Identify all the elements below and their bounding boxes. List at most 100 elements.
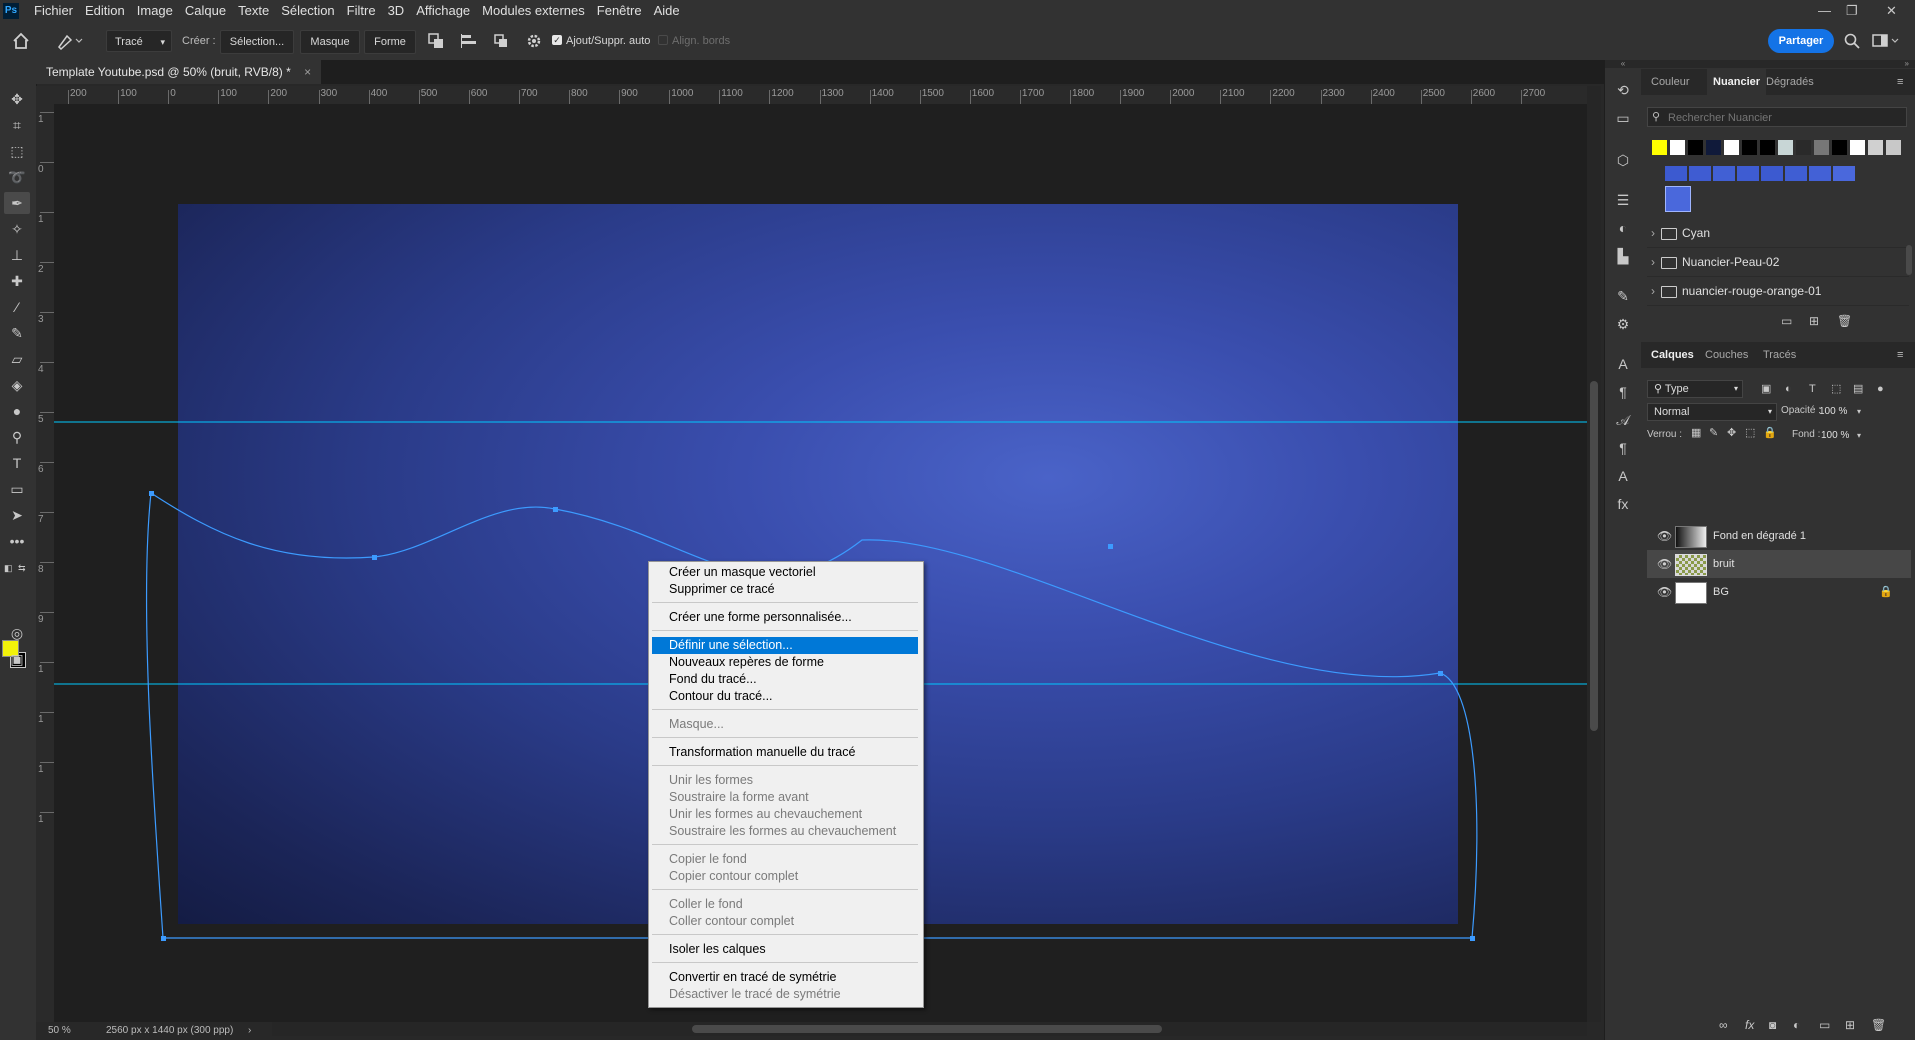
color-swatch[interactable] bbox=[1760, 140, 1775, 155]
character-icon[interactable]: A bbox=[1613, 354, 1633, 374]
color-swatch[interactable] bbox=[1706, 140, 1721, 155]
menu-fenetre[interactable]: Fenêtre bbox=[591, 0, 648, 22]
comments-icon[interactable]: ▭ bbox=[1613, 108, 1633, 128]
gear-icon[interactable] bbox=[526, 33, 542, 49]
new-swatch-icon[interactable]: ⊞ bbox=[1809, 314, 1819, 328]
menu-aide[interactable]: Aide bbox=[648, 0, 686, 22]
filter-toggle-icon[interactable]: ● bbox=[1877, 380, 1884, 398]
paragraph-icon[interactable]: ¶ bbox=[1613, 382, 1633, 402]
chevron-down-icon[interactable]: ▾ bbox=[1857, 403, 1861, 421]
blur-tool-icon[interactable]: ● bbox=[4, 400, 30, 422]
menu-3d[interactable]: 3D bbox=[382, 0, 411, 22]
color-swatch[interactable] bbox=[1814, 140, 1829, 155]
menu-item-make-selection[interactable]: Définir une sélection... bbox=[652, 637, 918, 654]
menu-item-convert-symmetry[interactable]: Convertir en tracé de symétrie bbox=[652, 969, 918, 986]
pixel-filter-icon[interactable]: ▣ bbox=[1761, 380, 1771, 398]
workspace-icon[interactable] bbox=[1872, 33, 1900, 49]
fx-icon[interactable]: fx bbox=[1745, 1018, 1754, 1032]
rectangle-tool-icon[interactable]: ▭ bbox=[4, 478, 30, 500]
vertical-scrollbar[interactable] bbox=[1587, 86, 1601, 1022]
history-icon[interactable]: ⟲ bbox=[1613, 80, 1633, 100]
chevron-down-icon[interactable]: ▾ bbox=[1857, 427, 1861, 445]
opacity-value[interactable]: 100 % bbox=[1819, 403, 1855, 421]
swatch-folder[interactable]: › Nuancier-Peau-02 bbox=[1647, 248, 1909, 277]
restore-button[interactable]: ❐ bbox=[1846, 0, 1858, 22]
menu-item-delete-path[interactable]: Supprimer ce tracé bbox=[652, 581, 918, 598]
color-swatch[interactable] bbox=[1850, 140, 1865, 155]
swap-colors-icon[interactable]: ⇆ bbox=[18, 563, 26, 574]
color-swatch[interactable] bbox=[1652, 140, 1667, 155]
text-tool-icon[interactable]: T bbox=[4, 452, 30, 474]
lasso-tool-icon[interactable]: ➰ bbox=[4, 166, 30, 188]
layer-row[interactable]: 👁 Fond en dégradé 1 bbox=[1647, 522, 1911, 550]
swatch-folder[interactable]: › nuancier-rouge-orange-01 bbox=[1647, 277, 1909, 306]
color-swatch[interactable] bbox=[1737, 166, 1759, 181]
color-swatch[interactable] bbox=[1665, 166, 1687, 181]
eyedropper-icon[interactable]: ⁄ bbox=[4, 296, 30, 318]
tab-couches[interactable]: Couches bbox=[1705, 342, 1748, 368]
path-selection-icon[interactable]: ➤ bbox=[4, 504, 30, 526]
panel-menu-icon[interactable]: ≡ bbox=[1897, 342, 1903, 368]
color-swatch[interactable] bbox=[1742, 140, 1757, 155]
menu-filtre[interactable]: Filtre bbox=[341, 0, 382, 22]
screen-mode-icon[interactable]: ▣ bbox=[4, 648, 30, 670]
crop-tool-icon[interactable]: ⌗ bbox=[4, 114, 30, 136]
fill-value[interactable]: 100 % bbox=[1821, 427, 1857, 445]
delete-layer-icon[interactable]: 🗑 bbox=[1871, 1018, 1886, 1032]
text-filter-icon[interactable]: T bbox=[1809, 380, 1816, 398]
color-swatch[interactable] bbox=[1778, 140, 1793, 155]
default-colors-icon[interactable]: ◧ bbox=[4, 563, 13, 574]
layer-filter-select[interactable]: ⚲ Type ▾ bbox=[1647, 380, 1743, 398]
search-icon[interactable] bbox=[1844, 33, 1860, 49]
menu-affichage[interactable]: Affichage bbox=[410, 0, 476, 22]
swatch-search-box[interactable]: ⚲ bbox=[1647, 107, 1907, 127]
tool-mode-select[interactable]: Tracé ▾ bbox=[106, 30, 172, 52]
new-layer-icon[interactable]: ⊞ bbox=[1845, 1018, 1855, 1032]
lock-position-icon[interactable]: ✥ bbox=[1727, 426, 1736, 439]
collapse-panels-icon[interactable]: » bbox=[1641, 60, 1915, 68]
marquee-tool-icon[interactable]: ⬚ bbox=[4, 140, 30, 162]
blend-mode-select[interactable]: Normal ▾ bbox=[1647, 403, 1777, 421]
vertical-scroll-thumb[interactable] bbox=[1590, 381, 1598, 731]
visibility-eye-icon[interactable]: 👁 bbox=[1657, 550, 1672, 578]
swatch-search-input[interactable] bbox=[1666, 109, 1906, 127]
close-tab-icon[interactable]: × bbox=[304, 65, 311, 79]
visibility-eye-icon[interactable]: 👁 bbox=[1657, 522, 1672, 550]
menu-edition[interactable]: Edition bbox=[79, 0, 131, 22]
more-tools-icon[interactable]: ••• bbox=[4, 530, 30, 552]
home-icon[interactable] bbox=[12, 32, 30, 50]
adjustments-icon[interactable]: ☰ bbox=[1613, 190, 1633, 210]
menu-item-isolate-layers[interactable]: Isoler les calques bbox=[652, 941, 918, 958]
glyphs-icon[interactable]: 𝒜 bbox=[1613, 410, 1633, 430]
tab-traces[interactable]: Tracés bbox=[1763, 342, 1796, 368]
layer-row[interactable]: 👁 BG 🔒 bbox=[1647, 578, 1911, 606]
selected-swatch[interactable] bbox=[1665, 186, 1691, 212]
lock-transparent-icon[interactable]: ▦ bbox=[1691, 426, 1701, 439]
menu-item-stroke-path[interactable]: Contour du tracé... bbox=[652, 688, 918, 705]
quick-mask-icon[interactable]: ◎ bbox=[4, 622, 30, 644]
color-swatch[interactable] bbox=[1796, 140, 1811, 155]
menu-item-custom-shape[interactable]: Créer une forme personnalisée... bbox=[652, 609, 918, 626]
menu-calque[interactable]: Calque bbox=[179, 0, 232, 22]
menu-image[interactable]: Image bbox=[131, 0, 179, 22]
mask-button[interactable]: Masque bbox=[300, 30, 360, 54]
layer-row-selected[interactable]: 👁 bruit bbox=[1647, 550, 1911, 578]
share-button[interactable]: Partager bbox=[1768, 29, 1834, 53]
menu-item-free-transform-path[interactable]: Transformation manuelle du tracé bbox=[652, 744, 918, 761]
color-swatch[interactable] bbox=[1809, 166, 1831, 181]
lock-all-icon[interactable]: 🔒 bbox=[1763, 426, 1777, 439]
color-swatch[interactable] bbox=[1886, 140, 1901, 155]
color-swatch[interactable] bbox=[1868, 140, 1883, 155]
color-swatch[interactable] bbox=[1832, 140, 1847, 155]
tab-nuancier[interactable]: Nuancier bbox=[1707, 69, 1767, 95]
horizontal-scrollbar[interactable] bbox=[272, 1022, 1587, 1036]
status-chevron-icon[interactable]: › bbox=[248, 1022, 251, 1040]
tab-calques[interactable]: Calques bbox=[1651, 342, 1694, 368]
healing-brush-icon[interactable]: ✚ bbox=[4, 270, 30, 292]
character-styles-icon[interactable]: A bbox=[1613, 466, 1633, 486]
pen-tool-icon[interactable]: ✒ bbox=[4, 192, 30, 214]
lock-image-icon[interactable]: ✎ bbox=[1709, 426, 1718, 439]
zoom-level[interactable]: 50 % bbox=[48, 1022, 71, 1040]
add-mask-icon[interactable]: ◙ bbox=[1769, 1018, 1776, 1032]
path-operations-icon[interactable] bbox=[428, 33, 444, 49]
